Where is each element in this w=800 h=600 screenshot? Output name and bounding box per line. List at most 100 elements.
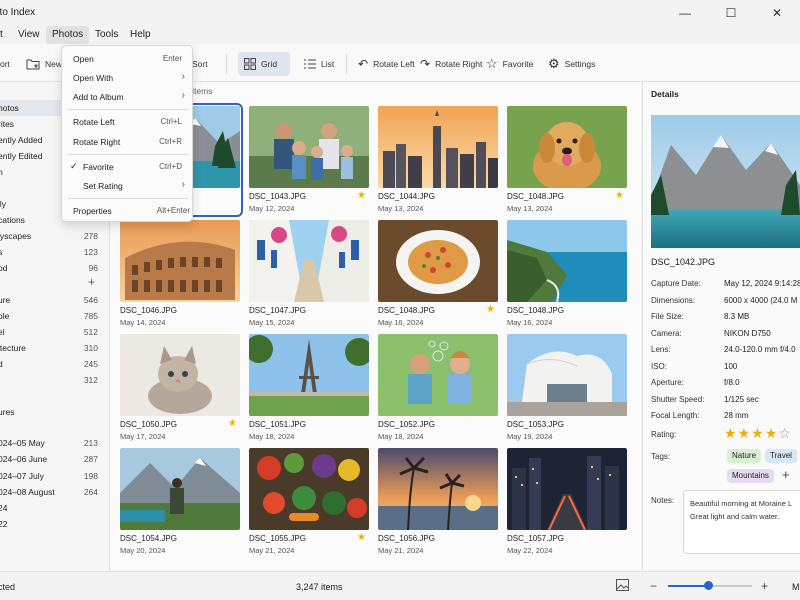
photo-tile[interactable]: DSC_1055.JPG May 21, 2024 ★ <box>249 448 369 556</box>
detail-key: Dimensions: <box>651 295 696 305</box>
favorite-star-icon[interactable]: ★ <box>357 532 366 543</box>
menu-help[interactable]: Help <box>124 26 157 44</box>
sidebar-item-tag[interactable]: itecture 310 <box>0 340 110 356</box>
photo-tile[interactable]: DSC_1050.JPG May 17, 2024 ★ <box>120 334 240 442</box>
sidebar-item-date[interactable]: 22 <box>0 516 110 532</box>
sidebar-item-tag[interactable]: ure 546 <box>0 292 110 308</box>
menu-tools[interactable]: Tools <box>89 26 124 44</box>
favorite-button[interactable]: ☆ Favorite <box>480 52 539 76</box>
photo-tile[interactable]: DSC_1046.JPG May 14, 2024 <box>120 220 240 328</box>
photo-filename: DSC_1043.JPG <box>249 192 306 201</box>
sidebar-item-date[interactable]: 024–05 May 213 <box>0 435 110 451</box>
import-button[interactable]: ort <box>0 52 16 76</box>
notes-label: Notes: <box>651 496 675 505</box>
rating-star-icon[interactable]: ★ <box>765 425 779 441</box>
photo-tile[interactable]: DSC_1057.JPG May 22, 2024 <box>507 448 627 556</box>
rating-stars[interactable]: ★★★★☆ <box>724 425 792 442</box>
menu-view[interactable]: View <box>12 26 46 44</box>
photo-tile[interactable]: DSC_1044.JPG May 13, 2024 <box>378 106 498 214</box>
chevron-right-icon: › <box>181 90 185 101</box>
photo-thumbnail <box>249 448 369 530</box>
sidebar-item-date[interactable]: 24 <box>0 500 110 516</box>
photo-thumbnail <box>249 106 369 188</box>
list-view-button[interactable]: List <box>298 52 340 76</box>
sidebar-item-tag[interactable]: 312 <box>0 372 110 388</box>
favorite-star-icon[interactable]: ★ <box>486 304 495 315</box>
photo-date: May 15, 2024 <box>249 318 295 327</box>
menu-bar: t View Photos Tools Help <box>0 26 800 44</box>
sidebar-item-date[interactable]: 024–07 July 198 <box>0 468 110 484</box>
photo-tile[interactable]: DSC_1056.JPG May 21, 2024 <box>378 448 498 556</box>
zoom-slider-track[interactable] <box>668 581 752 590</box>
detail-value: 6000 x 4000 (24.0 M <box>724 295 798 305</box>
sidebar-item-tag[interactable]: d 245 <box>0 356 110 372</box>
rotate-right-icon: ↷ <box>420 57 431 71</box>
menu-item-open-with[interactable]: Open With › <box>62 68 194 87</box>
rotate-right-button[interactable]: ↷ Rotate Right <box>414 52 488 76</box>
zoom-out-button[interactable]: − <box>650 579 657 593</box>
maximize-button[interactable]: ☐ <box>708 0 754 26</box>
add-album-button[interactable]: + <box>88 275 95 289</box>
rating-star-icon[interactable]: ★ <box>751 425 765 441</box>
photo-tile[interactable]: DSC_1048.JPG May 16, 2024 ★ <box>378 220 498 328</box>
favorite-star-icon[interactable]: ★ <box>228 418 237 429</box>
sidebar-item-tag[interactable]: el 512 <box>0 324 110 340</box>
settings-button[interactable]: ⚙ Settings <box>542 52 601 76</box>
rating-star-icon[interactable]: ★ <box>724 425 738 441</box>
minimize-button[interactable]: — <box>662 0 708 26</box>
sidebar-item-album[interactable]: od 96 <box>0 260 110 276</box>
rating-star-icon[interactable]: ★ <box>738 425 752 441</box>
photo-thumbnail <box>378 106 498 188</box>
photo-tile[interactable]: DSC_1048.JPG May 16, 2024 <box>507 220 627 328</box>
menu-item-rotate-right[interactable]: Rotate Right Ctrl+R <box>62 132 194 151</box>
photo-thumbnail <box>249 334 369 416</box>
photo-date: May 19, 2024 <box>507 432 553 441</box>
rating-star-icon[interactable]: ☆ <box>778 425 792 441</box>
tag-chip[interactable]: Mountains <box>727 469 774 483</box>
toolbar-divider <box>226 54 227 74</box>
menu-item-open[interactable]: Open Enter <box>62 49 194 68</box>
photo-tile[interactable]: DSC_1053.JPG May 19, 2024 <box>507 334 627 442</box>
rotate-left-button[interactable]: ↶ Rotate Left <box>352 52 421 76</box>
photo-thumbnail <box>378 448 498 530</box>
photo-tile[interactable]: DSC_1054.JPG May 20, 2024 <box>120 448 240 556</box>
tag-chip[interactable]: Travel <box>765 449 797 463</box>
photo-tile[interactable]: DSC_1043.JPG May 12, 2024 ★ <box>249 106 369 214</box>
menu-photos[interactable]: Photos <box>46 26 90 44</box>
sidebar-item-date[interactable]: 024–08 August 264 <box>0 484 110 500</box>
favorite-star-icon[interactable]: ★ <box>615 190 624 201</box>
grid-view-button[interactable]: Grid <box>238 52 290 76</box>
menu-separator <box>68 109 188 110</box>
detail-value: f/8.0 <box>724 378 740 387</box>
menu-item-properties[interactable]: Properties Alt+Enter <box>62 201 194 220</box>
favorite-star-icon[interactable]: ★ <box>357 190 366 201</box>
sidebar-item-album[interactable]: s 123 <box>0 244 110 260</box>
detail-key: Camera: <box>651 328 682 338</box>
photo-date: May 17, 2024 <box>120 432 166 441</box>
sort-label: Sort <box>192 59 208 69</box>
detail-key: Aperture: <box>651 378 684 387</box>
menu-file[interactable]: t <box>0 26 9 44</box>
grid-icon <box>244 58 256 70</box>
sidebar-item-date[interactable]: 024–06 June 287 <box>0 451 110 467</box>
close-button[interactable]: ✕ <box>754 0 800 26</box>
menu-item-favorite[interactable]: ✓ Favorite Ctrl+D <box>62 157 194 176</box>
image-icon[interactable] <box>616 579 629 591</box>
photo-tile[interactable]: DSC_1052.JPG May 18, 2024 <box>378 334 498 442</box>
photo-tile[interactable]: DSC_1048.JPG May 13, 2024 ★ <box>507 106 627 214</box>
sidebar-item-album[interactable]: lyscapes 278 <box>0 228 110 244</box>
photo-tile[interactable]: DSC_1051.JPG May 18, 2024 <box>249 334 369 442</box>
menu-item-rotate-left[interactable]: Rotate Left Ctrl+L <box>62 112 194 131</box>
tag-chip[interactable]: Nature <box>727 449 762 463</box>
add-tag-button[interactable]: + <box>782 467 790 482</box>
detail-value: 1/125 sec <box>724 394 759 404</box>
rating-label: Rating: <box>651 430 677 439</box>
zoom-in-button[interactable]: + <box>761 579 768 593</box>
notes-textarea[interactable]: Beautiful morning at Moraine L Great lig… <box>683 490 800 554</box>
sidebar-section-dates: ures <box>0 407 15 417</box>
menu-item-add-to-album[interactable]: Add to Album › <box>62 87 194 106</box>
photo-tile[interactable]: DSC_1047.JPG May 15, 2024 <box>249 220 369 328</box>
zoom-slider-thumb[interactable] <box>703 581 713 590</box>
sidebar-item-tag[interactable]: ple 785 <box>0 308 110 324</box>
menu-item-set-rating[interactable]: Set Rating › <box>62 176 194 195</box>
